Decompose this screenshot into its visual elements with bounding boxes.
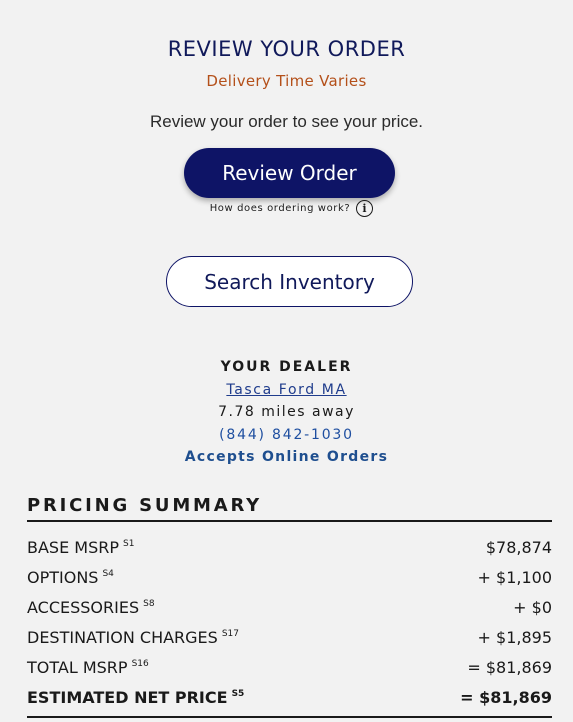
dealer-name-link[interactable]: Tasca Ford MA — [226, 380, 346, 402]
footnote-marker[interactable]: S16 — [132, 659, 149, 669]
dealer-heading: YOUR DEALER — [220, 359, 353, 375]
order-title: REVIEW YOUR ORDER — [167, 37, 406, 61]
how-ordering-works-label: How does ordering work? — [209, 203, 351, 214]
price-value: + $1,895 — [477, 628, 552, 647]
price-label: TOTAL MSRP S16 — [27, 658, 149, 677]
bottom-divider — [27, 716, 552, 718]
price-label-text: DESTINATION CHARGES — [27, 628, 218, 647]
price-label-text: ACCESSORIES — [27, 598, 140, 617]
review-text: Review your order to see your price. — [149, 112, 424, 131]
price-label: DESTINATION CHARGES S17 — [27, 628, 239, 647]
price-value: = $81,869 — [460, 688, 552, 707]
info-icon[interactable]: i — [356, 200, 374, 217]
pricing-summary: PRICING SUMMARY BASE MSRP S1 $78,874 OPTI… — [27, 495, 552, 718]
price-row-options: OPTIONS S4 + $1,100 — [27, 568, 552, 598]
price-label: BASE MSRP S1 — [27, 538, 134, 557]
footnote-marker[interactable]: S17 — [222, 629, 239, 639]
price-value: $78,874 — [485, 538, 552, 557]
delivery-time: Delivery Time Varies — [206, 72, 367, 90]
price-label-text: OPTIONS — [27, 568, 99, 587]
price-value: = $81,869 — [467, 658, 552, 677]
price-row-destination: DESTINATION CHARGES S17 + $1,895 — [27, 628, 552, 658]
price-value: + $1,100 — [477, 568, 552, 587]
dealer-online-orders: Accepts Online Orders — [184, 449, 389, 465]
price-label: ESTIMATED NET PRICE S5 — [27, 688, 244, 707]
dealer-distance: 7.78 miles away — [218, 404, 355, 420]
price-row-estimated-net: ESTIMATED NET PRICE S5 = $81,869 — [27, 688, 552, 718]
how-ordering-works-link[interactable]: How does ordering work? i — [0, 200, 573, 217]
footnote-marker[interactable]: S5 — [232, 689, 245, 699]
price-label: OPTIONS S4 — [27, 568, 114, 587]
footnote-marker[interactable]: S4 — [102, 569, 113, 579]
price-row-total-msrp: TOTAL MSRP S16 = $81,869 — [27, 658, 552, 688]
dealer-section: YOUR DEALER Tasca Ford MA 7.78 miles awa… — [0, 357, 573, 469]
review-order-button[interactable]: Review Order — [184, 148, 395, 198]
price-label-text: TOTAL MSRP — [27, 658, 128, 677]
search-inventory-button[interactable]: Search Inventory — [166, 256, 413, 307]
footnote-marker[interactable]: S1 — [123, 539, 134, 549]
price-label-text: ESTIMATED NET PRICE — [27, 688, 228, 707]
dealer-phone-link[interactable]: (844) 842-1030 — [219, 425, 354, 447]
price-row-accessories: ACCESSORIES S8 + $0 — [27, 598, 552, 628]
price-row-base-msrp: BASE MSRP S1 $78,874 — [27, 538, 552, 568]
price-value: + $0 — [513, 598, 552, 617]
price-label-text: BASE MSRP — [27, 538, 119, 557]
footnote-marker[interactable]: S8 — [143, 599, 154, 609]
price-label: ACCESSORIES S8 — [27, 598, 155, 617]
pricing-title: PRICING SUMMARY — [27, 495, 552, 522]
